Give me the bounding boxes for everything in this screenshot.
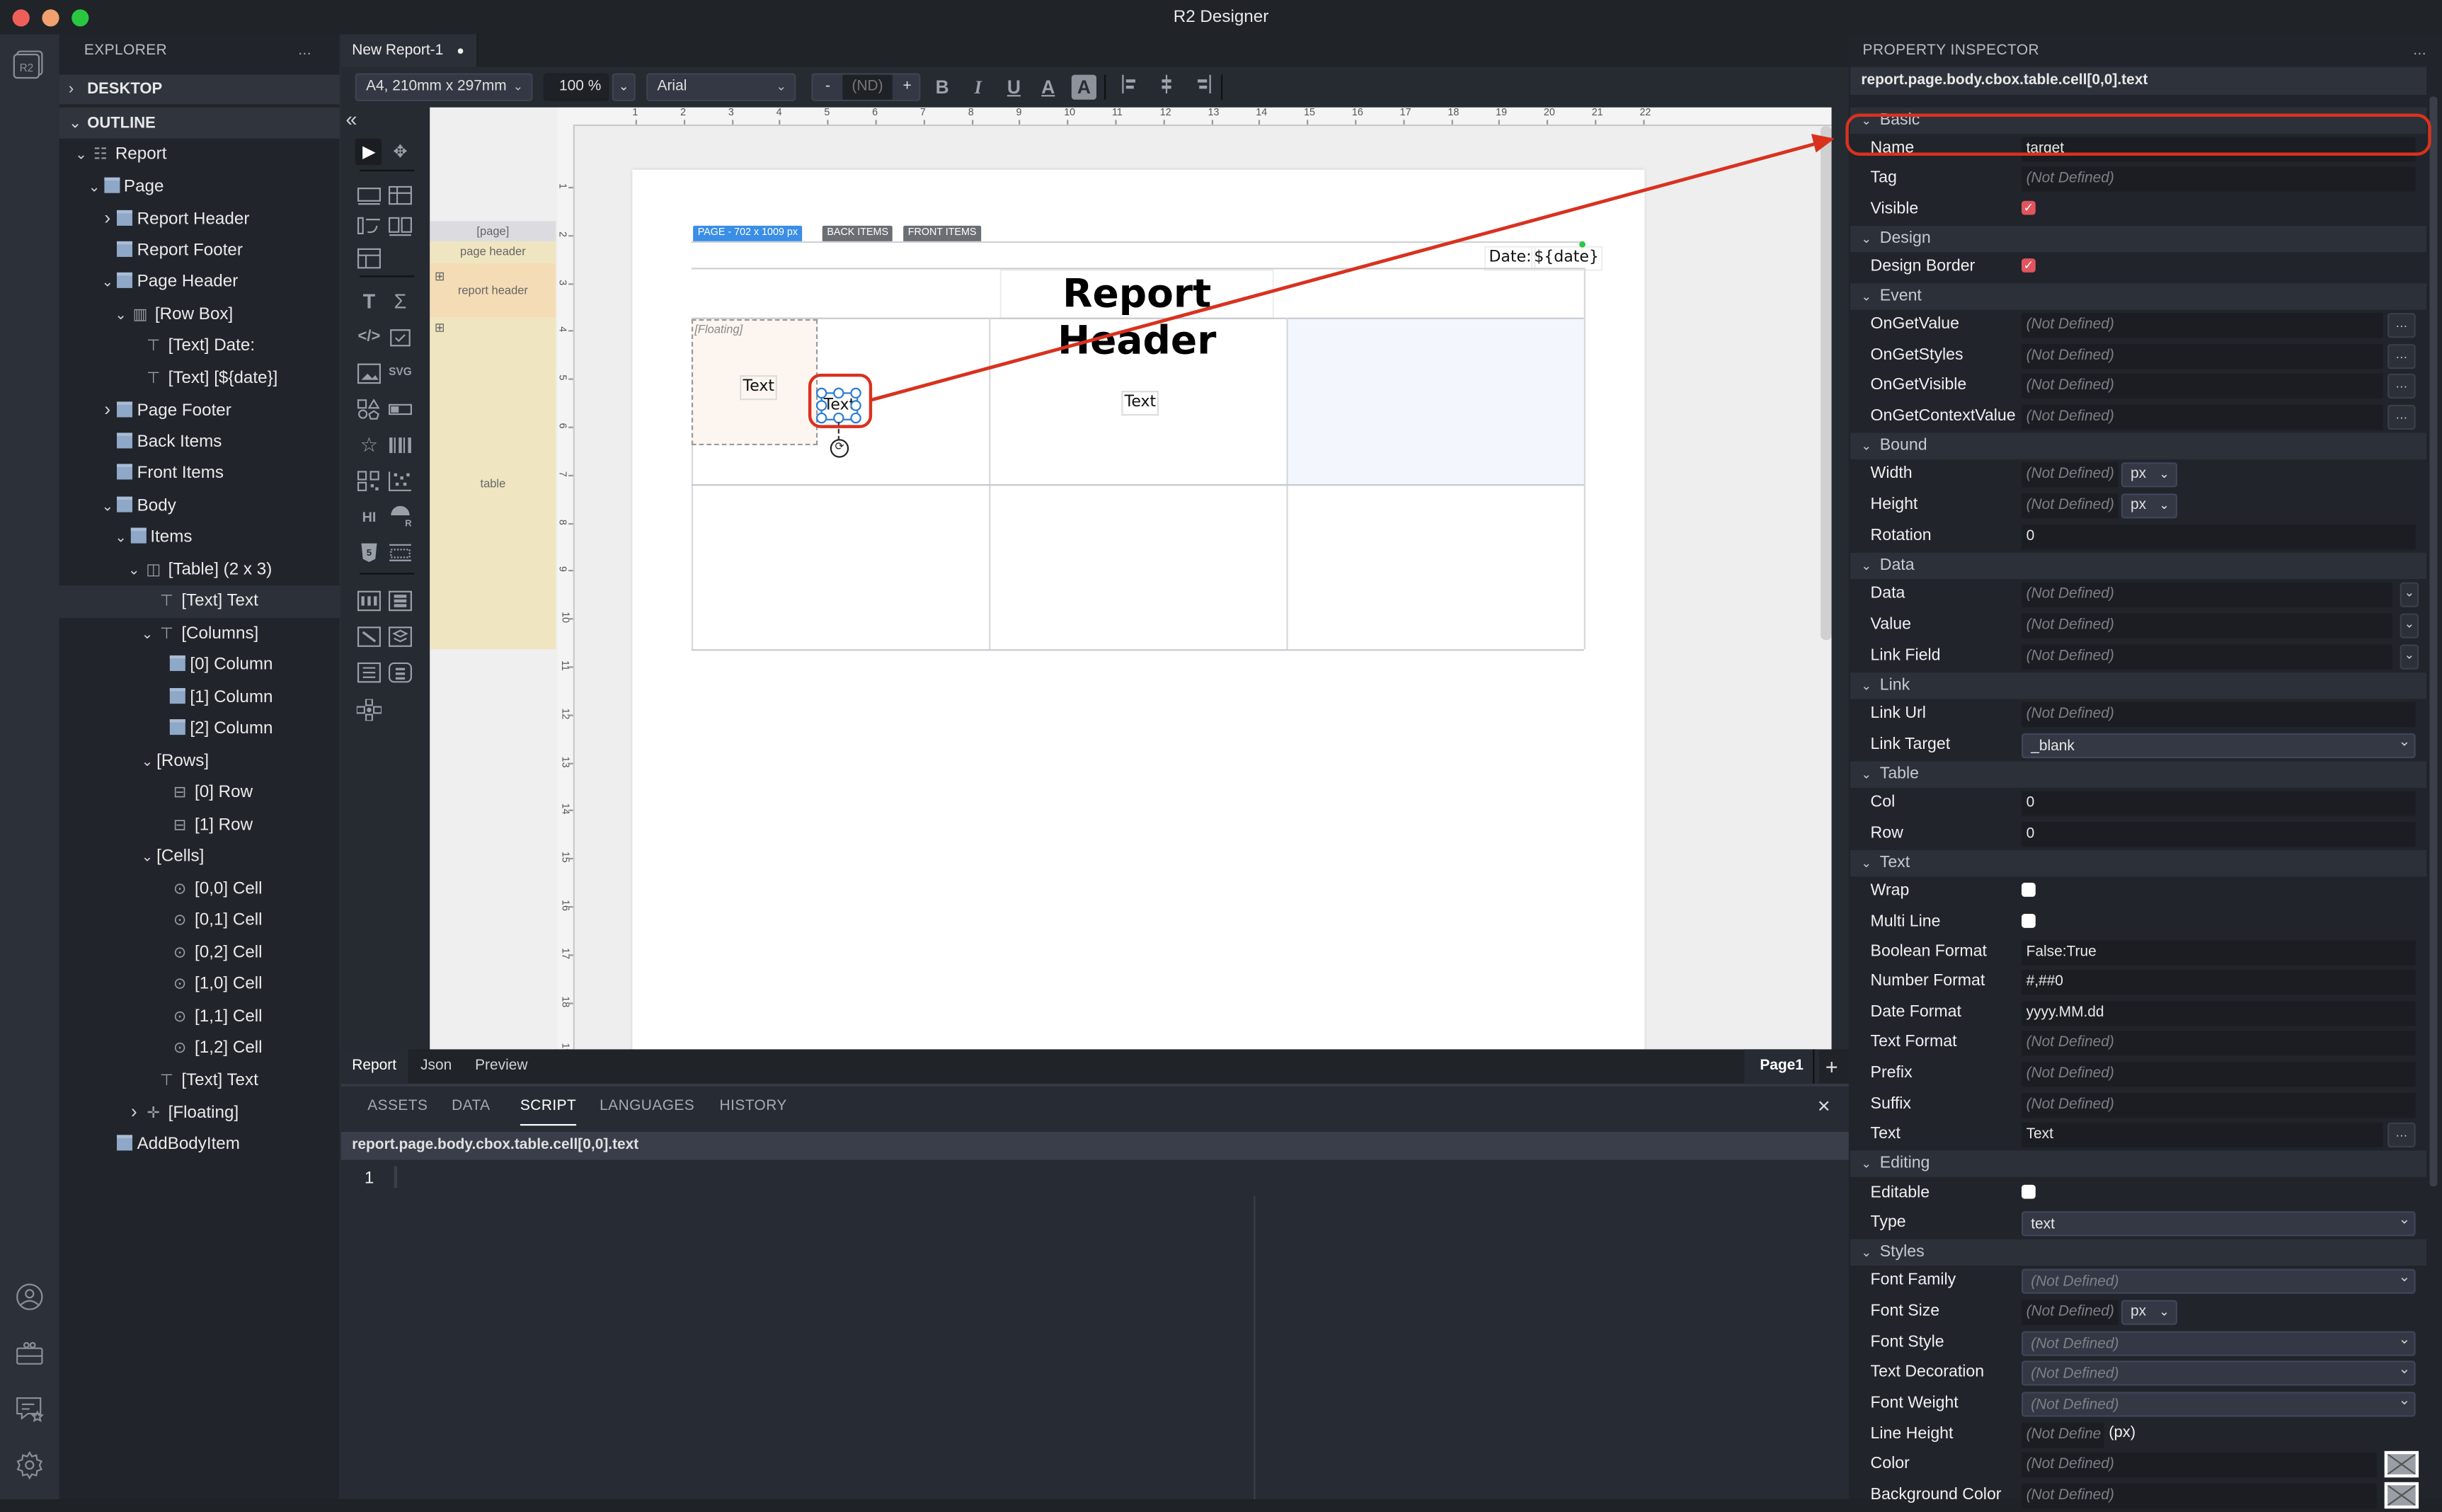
annotation-arrow-line (870, 142, 1818, 402)
annotation-name-field-box (1845, 113, 2431, 156)
app-window: R2 Designer R2 EXPLORER ... › DESKTOP ⌄ … (0, 0, 2442, 1509)
annotation-selected-element-box (808, 373, 873, 428)
annotation-arrowhead-icon (1811, 134, 1835, 153)
annotation-overlay (870, 134, 1835, 402)
